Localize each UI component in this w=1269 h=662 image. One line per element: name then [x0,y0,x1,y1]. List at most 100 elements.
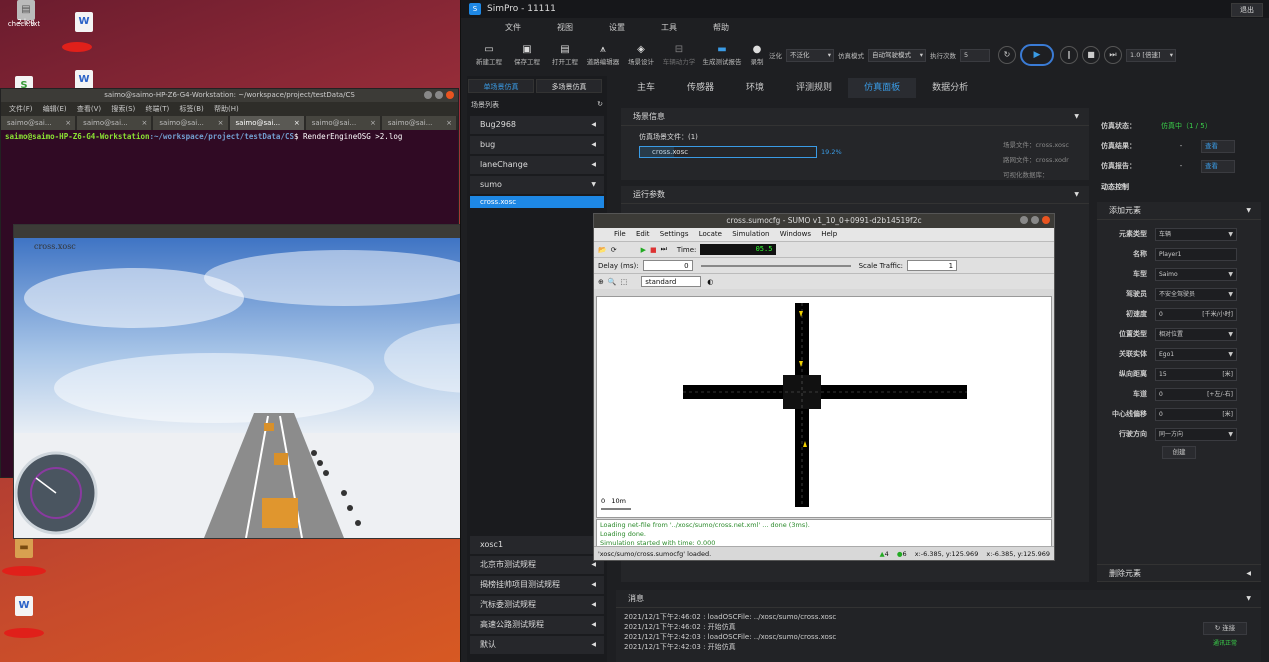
minimize-icon[interactable] [1020,216,1028,224]
folder-icon[interactable]: ▬ [4,538,44,560]
tab-eval-rules[interactable]: 评测规则 [780,78,848,98]
delete-element-header[interactable]: 删除元素 ◀ [1097,564,1261,582]
step-icon[interactable]: ⏭ [661,245,667,254]
tab-sensor[interactable]: 传感器 [671,78,730,98]
close-icon[interactable]: × [370,116,376,130]
multi-scene-button[interactable]: 多场景仿真 [536,79,602,93]
field-input[interactable]: Player1 [1155,247,1237,261]
play-button[interactable]: ▶ [1020,44,1054,66]
tab-ego[interactable]: 主车 [621,78,671,98]
close-icon[interactable]: × [141,116,147,130]
menu-file[interactable]: 文件(F) [9,105,33,113]
menu-locate[interactable]: Locate [699,230,722,238]
connect-button[interactable]: ↻ 连接 [1203,622,1247,635]
field-input[interactable]: 不安全驾驶员 ▼ [1155,287,1237,301]
close-icon[interactable]: × [294,116,300,130]
select-icon[interactable]: ⬚ [621,278,628,286]
field-input[interactable]: 同一方向 ▼ [1155,427,1237,441]
menu-help[interactable]: Help [821,230,837,238]
scene-group-item[interactable]: laneChange ◀ [470,156,604,174]
speed-select[interactable]: 1.0 [倍速] ▾ [1126,48,1176,62]
field-input[interactable]: 15 [米] [1155,367,1237,381]
menu-view[interactable]: 查看(V) [77,105,101,113]
scene-item-selected[interactable]: cross.xosc [470,196,604,208]
close-icon[interactable]: × [218,116,224,130]
field-input[interactable]: Saimo ▼ [1155,267,1237,281]
sumo-titlebar[interactable]: cross.sumocfg - SUMO v1_10_0+0991-d2b145… [594,214,1054,228]
new-project-button[interactable]: ▭ 新建工程 [471,44,507,66]
terminal-prompt[interactable]: saimo@saimo-HP-Z6-G4-Workstation:~/works… [1,130,458,143]
magnifier-icon[interactable]: 🔍 [608,278,617,286]
field-input[interactable]: 0 [+左/-右] [1155,387,1237,401]
menu-file[interactable]: File [614,230,626,238]
terminal-tab[interactable]: saimo@sai... × [1,116,76,130]
reset-icon[interactable]: ↻ [998,46,1016,64]
sim-mode-select[interactable]: 自动驾驶模式 ▾ [868,48,926,62]
create-button[interactable]: 创建 [1162,446,1196,459]
menu-file[interactable]: 文件 [487,22,539,36]
open-project-button[interactable]: ▤ 打开工程 [547,44,583,66]
step-icon[interactable]: ⏭ [1104,46,1122,64]
run-icon[interactable]: ▶ [641,246,646,254]
field-input[interactable]: Ego1 ▼ [1155,347,1237,361]
refresh-icon[interactable]: ↻ [597,100,603,108]
close-icon[interactable] [446,91,454,99]
terminal-tab[interactable]: saimo@sai... × [77,116,152,130]
field-input[interactable]: 车辆 ▼ [1155,227,1237,241]
view-result-button[interactable]: 查看 [1201,139,1235,153]
exit-button[interactable]: 退出 [1231,3,1263,17]
tab-environment[interactable]: 环境 [730,78,780,98]
delay-input[interactable]: 0 [642,260,693,271]
save-project-button[interactable]: ▣ 保存工程 [509,44,545,66]
maximize-icon[interactable] [1031,216,1039,224]
scene-group-item[interactable]: bug ◀ [470,136,604,154]
scene-group-item[interactable]: Bug2968 ◀ [470,116,604,134]
close-icon[interactable]: × [65,116,71,130]
delay-slider[interactable] [700,264,851,267]
minimize-icon[interactable] [424,91,432,99]
sumo-window[interactable]: cross.sumocfg - SUMO v1_10_0+0991-d2b145… [593,213,1055,561]
doc-icon[interactable]: W [64,12,104,34]
field-input[interactable]: 0 [米] [1155,407,1237,421]
record-button[interactable]: ● 录制 [747,44,767,66]
scheme-select[interactable]: standard [641,276,702,287]
terminal-tab-active[interactable]: saimo@sai... × [229,116,304,130]
terminal-titlebar[interactable]: saimo@saimo-HP-Z6-G4-Workstation: ~/work… [1,89,458,102]
menu-edit[interactable]: Edit [636,230,650,238]
terminal-tab[interactable]: saimo@sai... × [305,116,380,130]
message-header[interactable]: 消息 ▼ [616,590,1261,608]
pause-icon[interactable]: ∥ [1060,46,1078,64]
menu-help[interactable]: 帮助 [695,22,747,36]
exec-count-input[interactable]: 5 [960,48,990,62]
menu-settings[interactable]: Settings [660,230,689,238]
recenter-icon[interactable]: ⊕ [598,278,604,286]
scene-group-item[interactable]: 汽标委测试规程 ◀ [470,596,604,614]
menu-tools[interactable]: 工具 [643,22,695,36]
tab-sim-panel[interactable]: 仿真面板 [848,78,917,98]
add-element-header[interactable]: 添加元素 ▼ [1097,202,1261,220]
menu-view[interactable]: 视图 [539,22,591,36]
scene-group-item[interactable]: sumo ▼ [470,176,604,194]
open-icon[interactable]: 📂 [598,246,607,254]
single-scene-button[interactable]: 单场景仿真 [468,79,534,93]
scene-group-item[interactable]: 高速公路测试规程 ◀ [470,616,604,634]
menu-terminal[interactable]: 终端(T) [146,105,170,113]
field-input[interactable]: 0 [千米/小时] [1155,307,1237,321]
menu-simulation[interactable]: Simulation [732,230,769,238]
scene-group-item[interactable]: 北京市测试规程 ◀ [470,556,604,574]
menu-edit[interactable]: 编辑(E) [43,105,67,113]
scene-group-item[interactable]: 揭榜挂帅项目测试规程 ◀ [470,576,604,594]
gen-report-button[interactable]: ▬ 生成测试报告 [699,44,745,66]
menu-search[interactable]: 搜索(S) [111,105,135,113]
terminal-tab[interactable]: saimo@sai... × [381,116,457,130]
menu-windows[interactable]: Windows [780,230,811,238]
maximize-icon[interactable] [435,91,443,99]
scene-design-button[interactable]: ◈ 场景设计 [623,44,659,66]
sumo-map-canvas[interactable]: 0 10m [596,296,1052,518]
desktop-icon-check[interactable]: check.txt [4,20,44,28]
vehicle-dynamics-button[interactable]: ⊟ 车辆动力学 [661,44,697,66]
scene-info-header[interactable]: 场景信息 ▼ [621,108,1089,126]
menu-settings[interactable]: 设置 [591,22,643,36]
field-input[interactable]: 相对位置 ▼ [1155,327,1237,341]
road-editor-button[interactable]: ⩚ 道路编辑器 [585,44,621,66]
